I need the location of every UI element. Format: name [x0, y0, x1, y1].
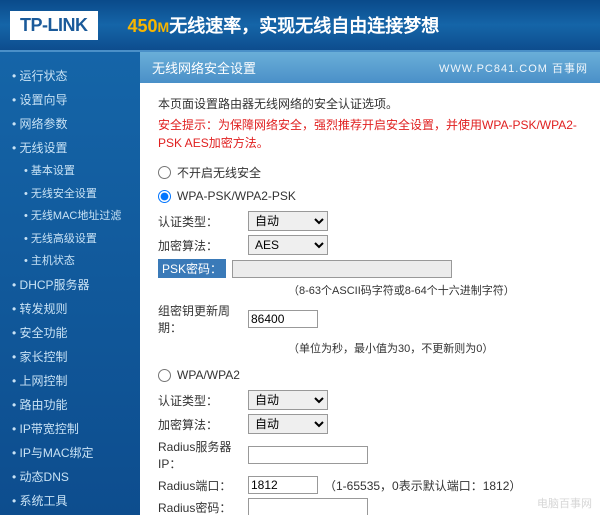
sidebar-item-18[interactable]: 系统工具: [0, 489, 140, 513]
radio-wpa[interactable]: [158, 369, 171, 382]
radio-none-label: 不开启无线安全: [177, 164, 261, 181]
header: TP-LINK 450M无线速率，实现无线自由连接梦想: [0, 0, 600, 50]
auth2-select[interactable]: 自动: [248, 390, 328, 410]
radius-ip-label: Radius服务器IP：: [158, 438, 248, 472]
panel-body: 本页面设置路由器无线网络的安全认证选项。 安全提示：为保障网络安全，强烈推荐开启…: [140, 83, 600, 515]
rekey-hint: （单位为秒，最小值为30，不更新则为0）: [288, 340, 582, 356]
sidebar-item-12[interactable]: 家长控制: [0, 345, 140, 369]
panel-title: 无线网络安全设置: [152, 58, 256, 77]
radius-pw-input[interactable]: [248, 498, 368, 515]
sidebar-item-16[interactable]: IP与MAC绑定: [0, 441, 140, 465]
sidebar-item-6[interactable]: 无线MAC地址过滤: [0, 205, 140, 228]
sidebar-item-5[interactable]: 无线安全设置: [0, 183, 140, 206]
sidebar-item-0[interactable]: 运行状态: [0, 64, 140, 88]
auth-label: 认证类型：: [158, 213, 248, 230]
radio-wpapsk-row: WPA-PSK/WPA2-PSK: [158, 189, 582, 203]
enc-label: 加密算法：: [158, 237, 248, 254]
sidebar-item-10[interactable]: 转发规则: [0, 297, 140, 321]
sidebar-item-3[interactable]: 无线设置: [0, 136, 140, 160]
radio-wpa-label: WPA/WPA2: [177, 368, 240, 382]
sidebar-item-8[interactable]: 主机状态: [0, 250, 140, 273]
intro-text: 本页面设置路由器无线网络的安全认证选项。: [158, 95, 582, 112]
content: 无线网络安全设置 WWW.PC841.COM 百事网 本页面设置路由器无线网络的…: [140, 52, 600, 515]
auth2-label: 认证类型：: [158, 392, 248, 409]
sidebar-item-13[interactable]: 上网控制: [0, 369, 140, 393]
radio-wpapsk[interactable]: [158, 190, 171, 203]
radio-none-row: 不开启无线安全: [158, 164, 582, 181]
main: 运行状态设置向导网络参数无线设置基本设置无线安全设置无线MAC地址过滤无线高级设…: [0, 52, 600, 515]
warning-text: 安全提示：为保障网络安全，强烈推荐开启安全设置，并使用WPA-PSK/WPA2-…: [158, 116, 582, 152]
sidebar-item-4[interactable]: 基本设置: [0, 160, 140, 183]
sidebar-item-11[interactable]: 安全功能: [0, 321, 140, 345]
sidebar-item-1[interactable]: 设置向导: [0, 88, 140, 112]
radio-wpa-row: WPA/WPA2: [158, 368, 582, 382]
sidebar-item-15[interactable]: IP带宽控制: [0, 417, 140, 441]
radio-none[interactable]: [158, 166, 171, 179]
rekey-input[interactable]: [248, 310, 318, 328]
enc2-select[interactable]: 自动: [248, 414, 328, 434]
panel-title-bar: 无线网络安全设置 WWW.PC841.COM 百事网: [140, 52, 600, 83]
rekey-label: 组密钥更新周期：: [158, 302, 248, 336]
radius-port-label: Radius端口：: [158, 477, 248, 494]
sidebar-item-2[interactable]: 网络参数: [0, 112, 140, 136]
psk-hint: （8-63个ASCII码字符或8-64个十六进制字符）: [288, 282, 582, 298]
psk-label: PSK密码：: [158, 259, 226, 278]
enc-select[interactable]: AES: [248, 235, 328, 255]
radius-port-hint: （1-65535，0表示默认端口：1812）: [324, 477, 521, 494]
sidebar-item-14[interactable]: 路由功能: [0, 393, 140, 417]
auth-select[interactable]: 自动: [248, 211, 328, 231]
sidebar-item-7[interactable]: 无线高级设置: [0, 228, 140, 251]
psk-input[interactable]: [232, 260, 452, 278]
sidebar: 运行状态设置向导网络参数无线设置基本设置无线安全设置无线MAC地址过滤无线高级设…: [0, 52, 140, 515]
footer-watermark: 电脑百事网: [537, 495, 592, 511]
logo: TP-LINK: [10, 11, 98, 40]
radius-ip-input[interactable]: [248, 446, 368, 464]
sidebar-item-9[interactable]: DHCP服务器: [0, 273, 140, 297]
header-tagline: 450M无线速率，实现无线自由连接梦想: [128, 12, 440, 38]
radio-wpapsk-label: WPA-PSK/WPA2-PSK: [177, 189, 296, 203]
watermark-url: WWW.PC841.COM 百事网: [439, 60, 588, 76]
enc2-label: 加密算法：: [158, 416, 248, 433]
radius-port-input[interactable]: [248, 476, 318, 494]
radius-pw-label: Radius密码：: [158, 499, 248, 515]
sidebar-item-17[interactable]: 动态DNS: [0, 465, 140, 489]
